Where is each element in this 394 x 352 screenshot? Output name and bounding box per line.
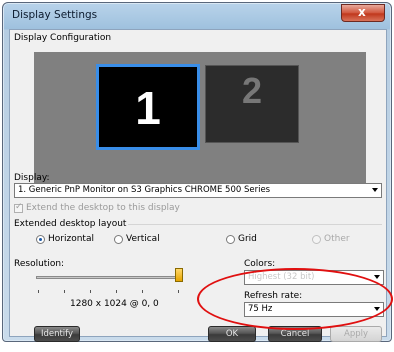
section-title: Display Configuration — [14, 33, 112, 43]
radio-grid[interactable] — [226, 235, 235, 244]
resolution-label: Resolution: — [14, 259, 65, 269]
window-title: Display Settings — [12, 9, 98, 21]
slider-tick — [38, 290, 39, 293]
monitor-1-tile[interactable]: 1 — [96, 64, 200, 150]
chevron-down-icon — [374, 275, 380, 279]
slider-tick — [142, 290, 143, 293]
radio-vertical-label: Vertical — [126, 234, 160, 244]
identify-button[interactable]: Identify — [34, 326, 80, 342]
resolution-readout: 1280 x 1024 @ 0, 0 — [70, 299, 159, 309]
radio-vertical[interactable] — [114, 235, 123, 244]
monitor-2-number: 2 — [241, 70, 263, 111]
display-label: Display: — [14, 173, 50, 183]
highlight-annotation — [197, 268, 393, 330]
monitor-2-tile[interactable]: 2 — [205, 65, 299, 143]
display-select[interactable]: 1. Generic PnP Monitor on S3 Graphics CH… — [14, 183, 382, 198]
group-divider — [128, 224, 382, 225]
slider-tick — [178, 290, 179, 293]
radio-other-label: Other — [324, 234, 350, 244]
slider-tick — [64, 290, 65, 293]
radio-horizontal[interactable] — [36, 235, 45, 244]
extend-desktop-checkbox[interactable]: ✓ — [14, 202, 23, 213]
resolution-slider-track[interactable] — [36, 276, 180, 279]
extend-desktop-label: Extend the desktop to this display — [26, 203, 180, 213]
display-select-value: 1. Generic PnP Monitor on S3 Graphics CH… — [18, 185, 271, 195]
title-bar[interactable]: Display Settings x — [3, 3, 391, 27]
radio-other[interactable] — [312, 235, 321, 244]
apply-button[interactable]: Apply — [330, 326, 382, 342]
colors-label: Colors: — [244, 259, 276, 269]
ok-button[interactable]: OK — [208, 326, 256, 342]
layout-group-label: Extended desktop layout — [14, 219, 127, 229]
radio-horizontal-label: Horizontal — [48, 234, 94, 244]
radio-grid-label: Grid — [238, 234, 257, 244]
slider-tick — [90, 290, 91, 293]
resolution-slider-thumb[interactable] — [175, 268, 183, 282]
close-button[interactable]: x — [341, 4, 385, 22]
check-icon: ✓ — [15, 202, 23, 212]
monitor-1-number: 1 — [135, 82, 161, 134]
display-preview: 1 2 — [34, 52, 366, 188]
chevron-down-icon — [372, 188, 378, 192]
slider-tick — [116, 290, 117, 293]
close-icon: x — [358, 5, 366, 19]
